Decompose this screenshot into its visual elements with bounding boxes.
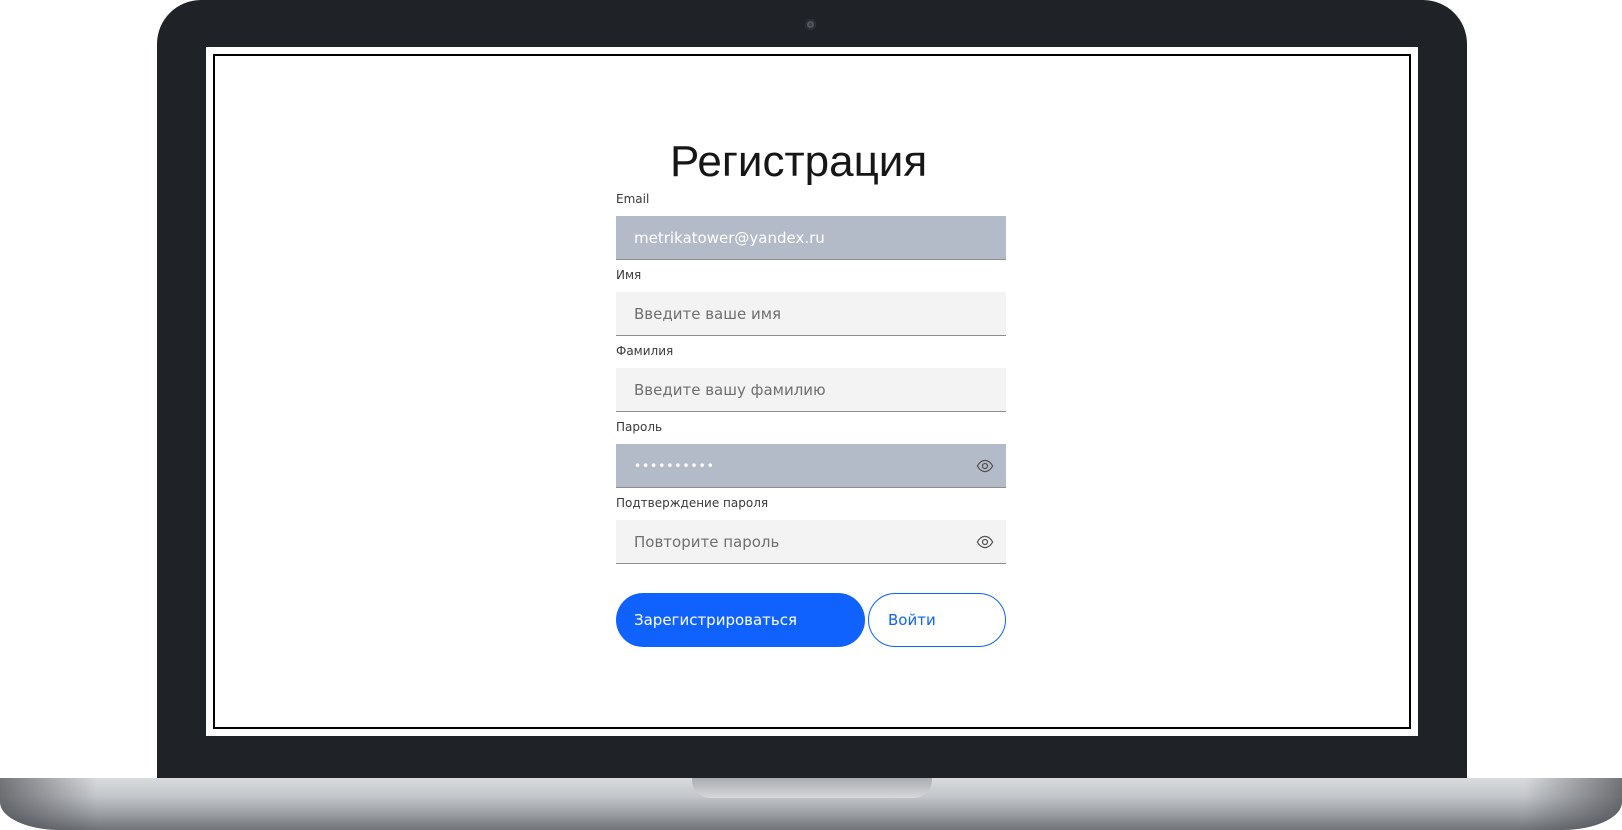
form-actions: Зарегистрироваться Войти: [616, 593, 1006, 647]
password-masked-value: ••••••••••: [634, 459, 715, 473]
password-confirm-label: Подтверждение пароля: [616, 496, 769, 510]
password-confirm-placeholder: Повторите пароль: [634, 533, 780, 551]
password-label: Пароль: [616, 420, 663, 434]
password-confirm-field[interactable]: Повторите пароль: [616, 520, 1006, 564]
login-button[interactable]: Войти: [868, 593, 1006, 647]
last-name-placeholder: Введите вашу фамилию: [634, 381, 826, 399]
eye-icon[interactable]: [976, 457, 994, 475]
registration-form: Регистрация Email metrikatower@yandex.ru…: [616, 136, 1006, 647]
laptop-notch: [692, 778, 932, 798]
register-button[interactable]: Зарегистрироваться: [616, 593, 865, 647]
email-label: Email: [616, 192, 650, 206]
email-field[interactable]: metrikatower@yandex.ru: [616, 216, 1006, 260]
laptop-mockup: Регистрация Email metrikatower@yandex.ru…: [0, 0, 1622, 830]
first-name-field[interactable]: Введите ваше имя: [616, 292, 1006, 336]
email-value: metrikatower@yandex.ru: [634, 229, 825, 247]
first-name-label: Имя: [616, 268, 642, 282]
page-title: Регистрация: [670, 137, 928, 186]
webcam-icon: [805, 19, 816, 30]
last-name-label: Фамилия: [616, 344, 674, 358]
last-name-field[interactable]: Введите вашу фамилию: [616, 368, 1006, 412]
eye-icon[interactable]: [976, 533, 994, 551]
first-name-placeholder: Введите ваше имя: [634, 305, 782, 323]
password-field[interactable]: ••••••••••: [616, 444, 1006, 488]
